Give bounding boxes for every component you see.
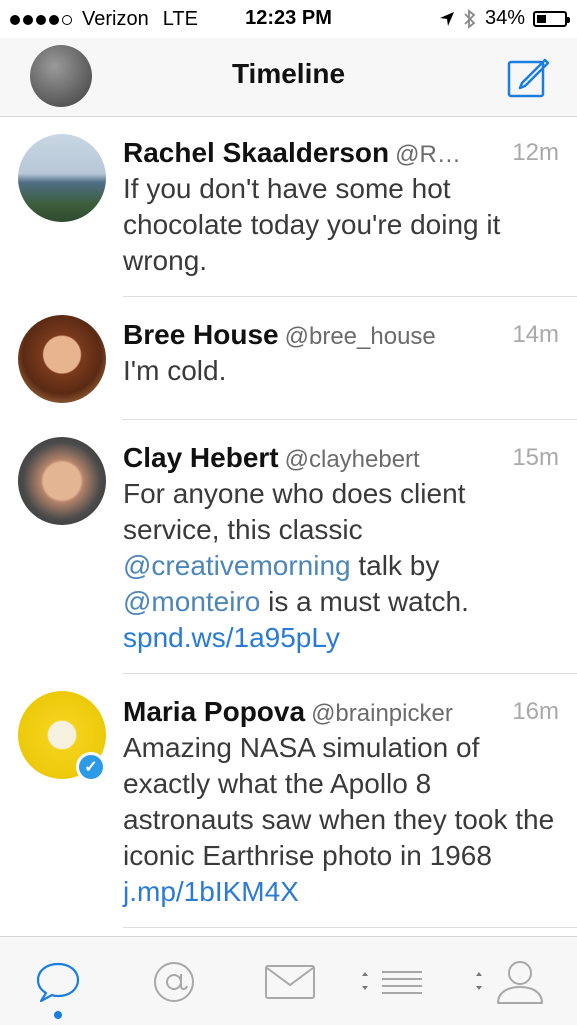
tweet-handle[interactable]: @R… [395, 141, 461, 168]
speech-bubble-icon [36, 962, 80, 1003]
tweet-text: I'm cold. [123, 353, 559, 389]
tweet-text-segment: talk by [350, 550, 440, 581]
tweet-timestamp: 12m [500, 135, 559, 171]
tweet-mention-link[interactable]: @monteiro [123, 586, 260, 617]
tab-bar [0, 936, 577, 1025]
tweet-avatar[interactable] [18, 437, 106, 525]
tweet-author-name[interactable]: Clay Hebert [123, 442, 279, 473]
list-icon [362, 971, 422, 994]
tweet-author-name[interactable]: Bree House [123, 319, 279, 350]
tweet-text: For anyone who does client service, this… [123, 476, 559, 656]
tweet-avatar[interactable] [18, 134, 106, 222]
tweet-handle[interactable]: @bree_house [285, 323, 436, 350]
tweet-text: If you don't have some hot chocolate tod… [123, 171, 559, 279]
tweet-author-name[interactable]: Maria Popova [123, 696, 305, 727]
tweet-divider [122, 419, 577, 420]
status-bar: Verizon LTE 12:23 PM 34% [0, 0, 577, 38]
tweet-text-segment: I'm cold. [123, 355, 227, 386]
location-arrow-icon [439, 11, 454, 26]
envelope-icon [265, 965, 315, 999]
battery-icon [533, 10, 570, 27]
tab-timeline[interactable] [28, 957, 88, 1007]
tab-lists[interactable] [356, 957, 428, 1007]
active-tab-indicator [54, 1011, 62, 1019]
nav-header: Timeline [0, 38, 577, 117]
tab-mentions[interactable] [144, 957, 204, 1007]
tweet-avatar[interactable] [18, 315, 106, 403]
bluetooth-icon [464, 8, 476, 29]
tweet-text-segment: Amazing NASA simulation of exactly what … [123, 732, 555, 871]
compose-icon[interactable] [505, 54, 551, 100]
tweet-divider [123, 927, 577, 928]
verified-badge-icon: ✓ [76, 752, 106, 782]
tweet-url-link[interactable]: spnd.ws/1a95pLy [123, 622, 340, 653]
tweet-url-link[interactable]: j.mp/1bIKM4X [123, 876, 299, 907]
tweet-text-segment: If you don't have some hot chocolate tod… [123, 173, 501, 276]
tweet-handle[interactable]: @clayhebert [285, 446, 420, 473]
tweet-timestamp: 14m [500, 317, 559, 353]
tweet-text-segment: is a must watch. [260, 586, 469, 617]
tweet-handle[interactable]: @brainpicker [311, 700, 453, 727]
tab-messages[interactable] [260, 957, 320, 1007]
tweet-timestamp: 15m [500, 440, 559, 476]
status-right: 34% [439, 7, 570, 30]
at-sign-icon [154, 962, 194, 1002]
tweet-text: Amazing NASA simulation of exactly what … [123, 730, 559, 910]
tweet-text-segment: For anyone who does client service, this… [123, 478, 466, 545]
tweet-divider [123, 673, 577, 674]
battery-percent: 34% [484, 7, 525, 29]
tweet-timestamp: 16m [500, 694, 559, 730]
profile-icon [476, 961, 543, 1004]
page-title: Timeline [231, 58, 346, 89]
tab-profile[interactable] [472, 957, 548, 1007]
tweet-mention-link[interactable]: @creativemorning [123, 550, 351, 581]
tweet-divider [123, 296, 577, 297]
tweet-author-name[interactable]: Rachel Skaalderson [123, 137, 389, 168]
